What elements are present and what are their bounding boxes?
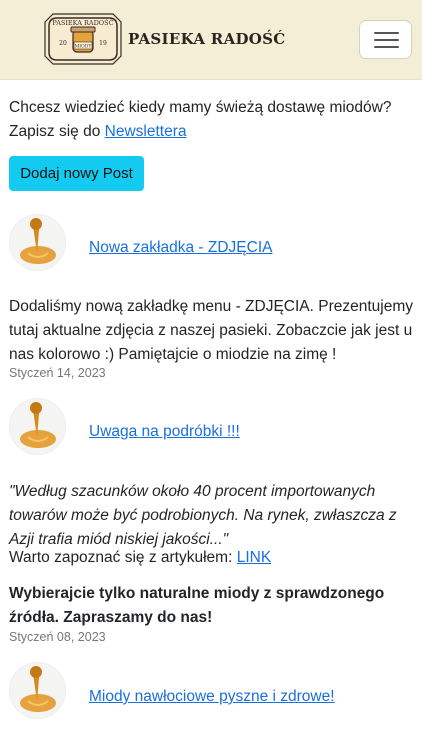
post-thumbnail[interactable] <box>9 398 66 455</box>
post-title-link[interactable]: Miody nawłociowe pyszne i zdrowe! <box>89 688 335 706</box>
post-thumbnail[interactable] <box>9 214 66 271</box>
add-post-button[interactable]: Dodaj nowy Post <box>9 156 144 191</box>
post-title-link[interactable]: Uwaga na podróbki !!! <box>89 423 240 441</box>
post-thumbnail[interactable] <box>9 662 66 719</box>
honey-dipper-icon <box>20 402 56 448</box>
post-date: Styczeń 08, 2023 <box>9 630 106 644</box>
post-body: Dodaliśmy nową zakładkę menu - ZDJĘCIA. … <box>9 298 414 363</box>
article-link[interactable]: LINK <box>237 549 271 566</box>
post-date: Styczeń 14, 2023 <box>9 366 106 380</box>
newsletter-notice: Chcesz wiedzieć kiedy mamy świeżą dostaw… <box>9 96 413 144</box>
post-quote: "Według szacunków około 40 procent impor… <box>9 483 397 548</box>
brand-logo[interactable]: MIODY PASIEKA RADOŚĆ 20 19 <box>43 12 123 66</box>
post-title-link[interactable]: Nowa zakładka - ZDJĘCIA <box>89 239 272 257</box>
honey-dipper-icon <box>20 218 56 264</box>
post-link-line: Warto zapoznać się z artykułem: LINK <box>9 546 413 570</box>
post-link-prefix: Warto zapoznać się z artykułem: <box>9 549 233 566</box>
newsletter-link[interactable]: Newslettera <box>105 123 187 140</box>
brand-name[interactable]: PASIEKA RADOŚĆ <box>128 30 286 48</box>
newsletter-text: Chcesz wiedzieć kiedy mamy świeżą dostaw… <box>9 99 392 140</box>
honey-dipper-icon <box>20 666 56 712</box>
svg-text:19: 19 <box>99 40 107 47</box>
svg-text:MIODY: MIODY <box>75 44 93 50</box>
navbar: MIODY PASIEKA RADOŚĆ 20 19 PASIEKA RADOŚ… <box>0 0 422 80</box>
menu-toggle-button[interactable] <box>359 20 412 59</box>
post-emphasis: Wybierajcie tylko naturalne miody z spra… <box>9 585 385 626</box>
svg-text:20: 20 <box>59 40 67 47</box>
svg-text:PASIEKA RADOŚĆ: PASIEKA RADOŚĆ <box>52 18 113 27</box>
